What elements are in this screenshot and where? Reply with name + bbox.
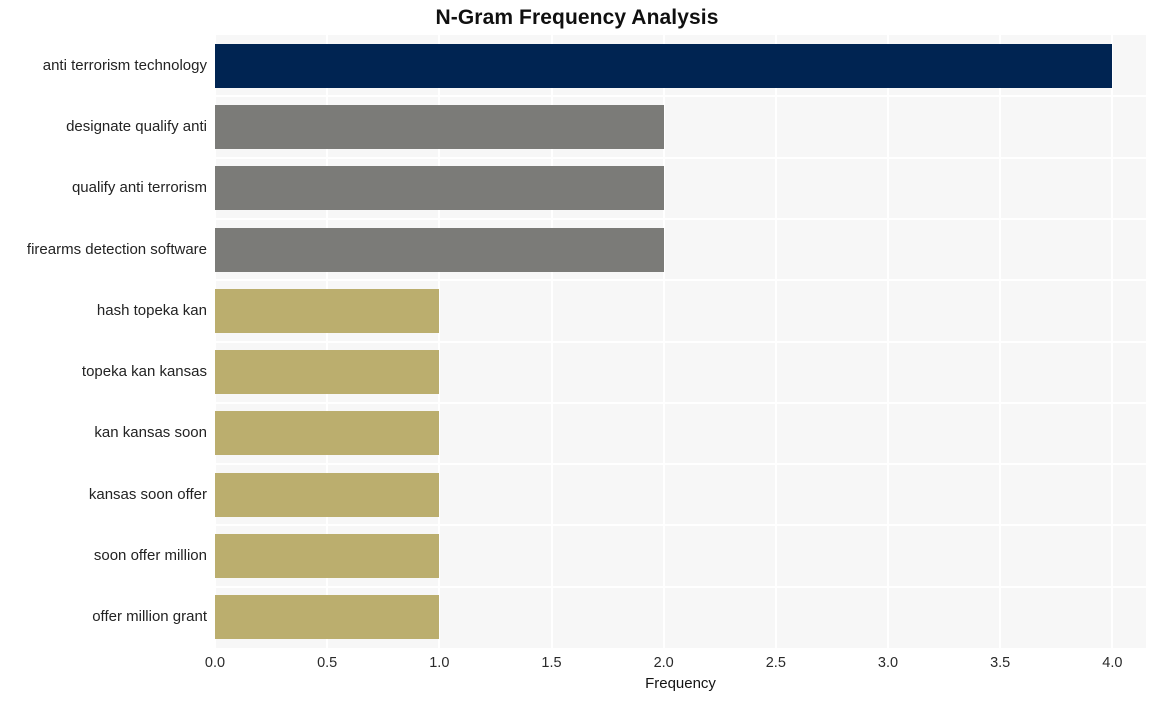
chart-figure: N-Gram Frequency Analysis anti terrorism…	[0, 0, 1154, 701]
bar[interactable]	[215, 227, 664, 272]
x-tick-label: 3.5	[990, 655, 1011, 671]
y-tick-label: soon offer million	[93, 547, 207, 565]
x-tick-label: 2.0	[653, 655, 674, 671]
x-tick-label: 4.0	[1102, 655, 1123, 671]
y-tick-label: kan kansas soon	[94, 424, 207, 442]
x-tick-label: 1.5	[541, 655, 562, 671]
bar[interactable]	[215, 288, 440, 333]
gridline-horizontal	[215, 463, 1146, 466]
y-tick-label: firearms detection software	[26, 240, 207, 258]
gridline-horizontal	[215, 585, 1146, 588]
x-axis-label: Frequency	[645, 675, 716, 692]
bar[interactable]	[215, 411, 440, 456]
plot-area	[215, 35, 1146, 648]
gridline-horizontal	[215, 401, 1146, 404]
gridline-horizontal	[215, 279, 1146, 282]
bar[interactable]	[215, 595, 440, 640]
x-tick-label: 0.0	[204, 655, 226, 671]
gridline-horizontal	[215, 524, 1146, 527]
x-tick-label: 0.5	[317, 655, 338, 671]
x-tick-label: 2.5	[765, 655, 786, 671]
x-tick-label: 3.0	[877, 655, 899, 671]
gridline-horizontal	[215, 95, 1146, 98]
y-tick-label: offer million grant	[92, 608, 207, 626]
y-tick-label: hash topeka kan	[96, 301, 207, 319]
bar[interactable]	[215, 472, 440, 517]
y-tick-label: designate qualify anti	[66, 117, 207, 135]
gridline-horizontal	[215, 217, 1146, 220]
bar[interactable]	[215, 104, 664, 149]
x-tick-label: 1.0	[429, 655, 450, 671]
gridline-horizontal	[215, 340, 1146, 343]
y-axis-tick-labels: anti terrorism technology designate quali…	[0, 0, 207, 701]
bar[interactable]	[215, 166, 664, 211]
y-tick-label: qualify anti terrorism	[71, 179, 207, 197]
y-tick-label: topeka kan kansas	[81, 363, 207, 381]
bar[interactable]	[215, 43, 1113, 88]
y-tick-label: kansas soon offer	[88, 485, 207, 503]
gridline-horizontal	[215, 156, 1146, 159]
y-tick-label: anti terrorism technology	[42, 56, 207, 74]
bar[interactable]	[215, 534, 440, 579]
bar[interactable]	[215, 350, 440, 395]
